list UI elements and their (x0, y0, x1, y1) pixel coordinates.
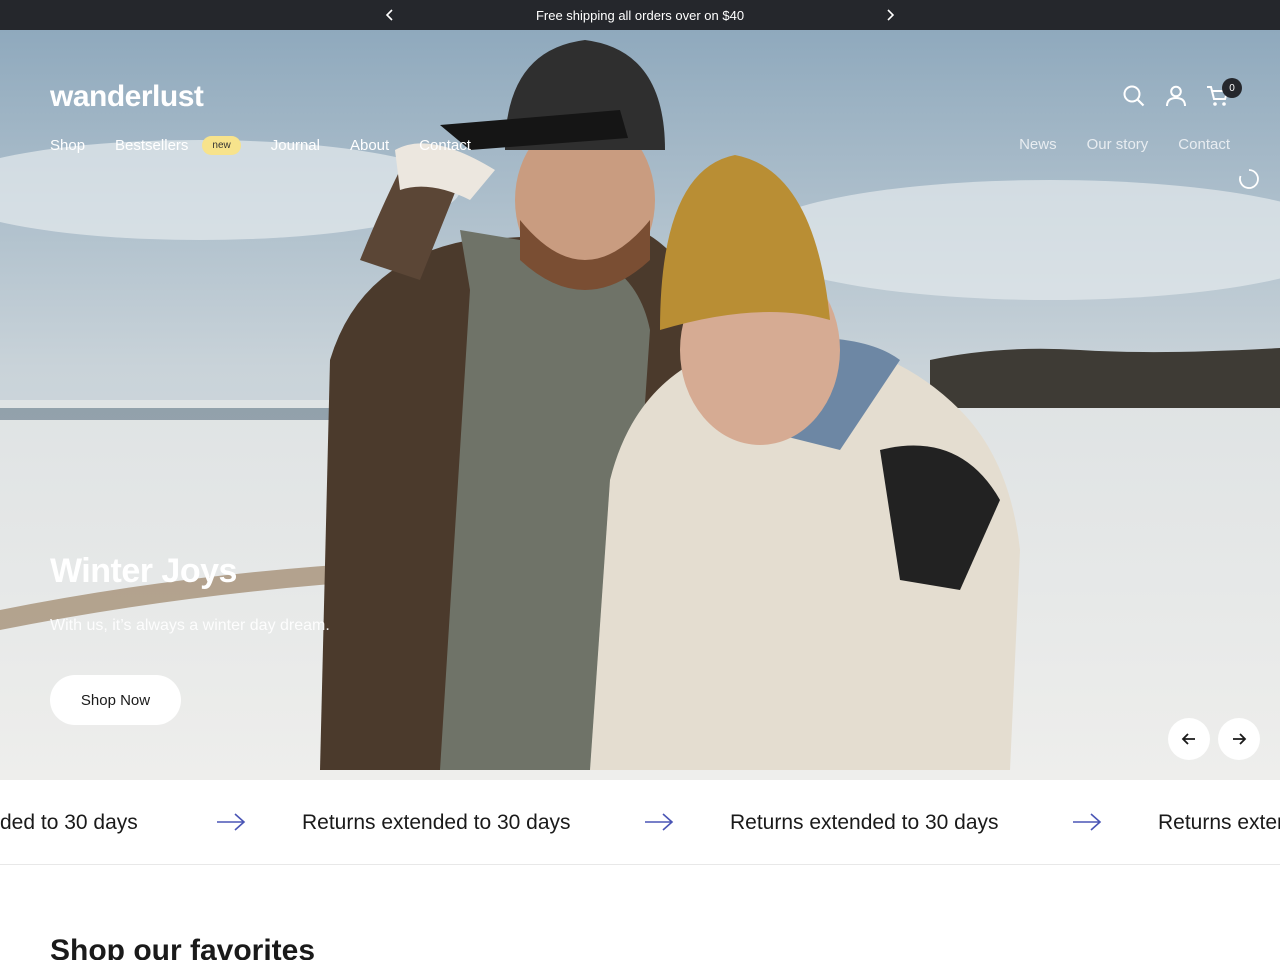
nav-contact-secondary[interactable]: Contact (1178, 136, 1230, 153)
chevron-right-icon[interactable] (875, 0, 905, 30)
announcement-text: Free shipping all orders over on $40 (535, 7, 745, 23)
shop-now-button[interactable]: Shop Now (50, 675, 181, 725)
nav-shop[interactable]: Shop (50, 137, 85, 154)
arrow-right-icon (1233, 733, 1247, 745)
marquee-text: Returns extended to 30 days (302, 810, 571, 834)
slide-next-button[interactable] (1218, 718, 1260, 760)
nav-news[interactable]: News (1019, 136, 1057, 153)
nav-our-story[interactable]: Our story (1087, 136, 1149, 153)
hero-subtitle: With us, it’s always a winter day dream. (50, 617, 330, 634)
hero-title: Winter Joys (50, 552, 237, 590)
arrow-right-icon (645, 813, 674, 831)
section-title: Shop our favorites (50, 934, 316, 960)
arrow-left-icon (1181, 733, 1195, 745)
primary-nav: Shop Bestsellers new Journal About Conta… (50, 136, 471, 155)
marquee-text: ded to 30 days (0, 810, 138, 834)
new-badge: new (202, 136, 241, 155)
nav-bestsellers[interactable]: Bestsellers (115, 137, 188, 154)
spinner-icon (1238, 168, 1260, 190)
logo[interactable]: wanderlust (50, 80, 204, 114)
user-icon[interactable] (1164, 84, 1188, 108)
chevron-left-icon[interactable] (375, 0, 405, 30)
arrow-right-icon (1073, 813, 1102, 831)
search-icon[interactable] (1122, 84, 1146, 108)
nav-about[interactable]: About (350, 137, 389, 154)
cart-icon[interactable]: 0 (1206, 78, 1242, 108)
nav-contact[interactable]: Contact (419, 137, 471, 154)
secondary-nav: News Our story Contact (1019, 136, 1230, 153)
returns-marquee: ded to 30 days Returns extended to 30 da… (0, 780, 1280, 865)
cart-count-badge: 0 (1222, 78, 1242, 98)
announcement-bar: Free shipping all orders over on $40 (0, 0, 1280, 30)
marquee-text: Returns extended to 30 days (730, 810, 999, 834)
nav-journal[interactable]: Journal (271, 137, 320, 154)
header-icons: 0 (1122, 78, 1242, 108)
hero-banner: wanderlust Shop Bestsellers new Journal … (0, 30, 1280, 780)
arrow-right-icon (217, 813, 246, 831)
marquee-text: Returns exter (1158, 810, 1280, 834)
slide-prev-button[interactable] (1168, 718, 1210, 760)
